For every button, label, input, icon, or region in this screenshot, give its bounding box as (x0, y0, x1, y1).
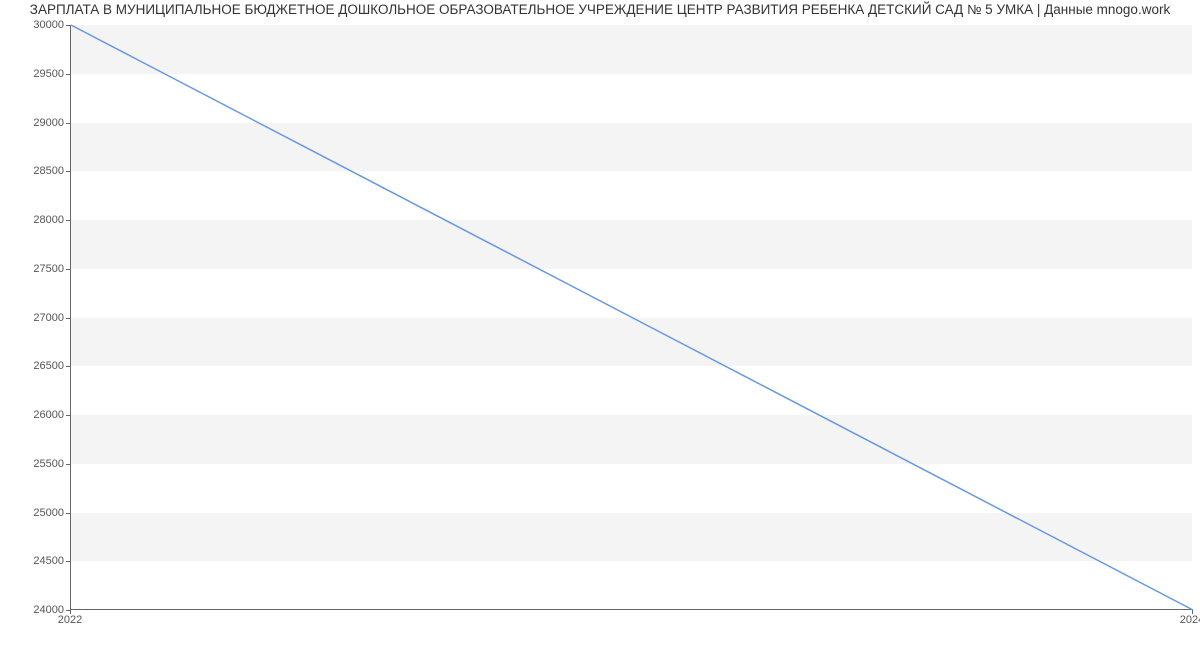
y-tick-mark (66, 415, 70, 416)
y-tick-label: 29000 (4, 117, 64, 129)
y-tick-mark (66, 171, 70, 172)
y-tick-label: 28000 (4, 214, 64, 226)
y-tick-mark (66, 513, 70, 514)
y-tick-label: 25000 (4, 507, 64, 519)
x-tick-label: 2022 (58, 614, 82, 626)
y-tick-label: 24000 (4, 604, 64, 616)
y-tick-label: 26000 (4, 409, 64, 421)
y-tick-mark (66, 561, 70, 562)
y-tick-label: 27000 (4, 312, 64, 324)
y-tick-label: 29500 (4, 68, 64, 80)
y-tick-mark (66, 318, 70, 319)
x-tick-mark (1192, 610, 1193, 614)
y-tick-mark (66, 25, 70, 26)
y-tick-mark (66, 123, 70, 124)
y-tick-label: 28500 (4, 165, 64, 177)
chart-container: ЗАРПЛАТА В МУНИЦИПАЛЬНОЕ БЮДЖЕТНОЕ ДОШКО… (0, 0, 1200, 650)
y-tick-label: 26500 (4, 360, 64, 372)
y-tick-label: 27500 (4, 263, 64, 275)
y-tick-label: 30000 (4, 19, 64, 31)
y-tick-mark (66, 366, 70, 367)
y-tick-mark (66, 74, 70, 75)
y-tick-label: 25500 (4, 458, 64, 470)
line-layer (71, 25, 1192, 609)
data-series-line (71, 25, 1193, 610)
y-tick-mark (66, 220, 70, 221)
x-tick-mark (70, 610, 71, 614)
y-tick-mark (66, 269, 70, 270)
x-tick-label: 2024 (1180, 614, 1200, 626)
y-tick-mark (66, 464, 70, 465)
chart-title: ЗАРПЛАТА В МУНИЦИПАЛЬНОЕ БЮДЖЕТНОЕ ДОШКО… (0, 2, 1200, 17)
y-tick-label: 24500 (4, 555, 64, 567)
plot-area (70, 25, 1192, 610)
